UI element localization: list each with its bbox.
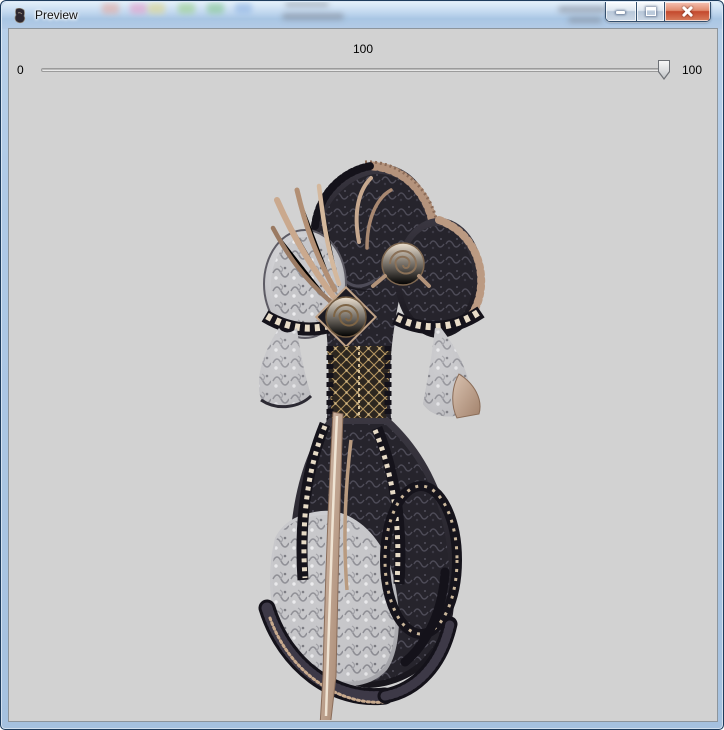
client-area: 100 0 100 <box>9 29 717 721</box>
slider-track[interactable] <box>41 68 670 72</box>
minimize-button[interactable] <box>606 2 636 21</box>
glass-reflection <box>558 6 606 13</box>
window-controls <box>605 2 711 22</box>
slider[interactable] <box>41 60 670 80</box>
window-title: Preview <box>35 8 78 22</box>
maximize-button[interactable] <box>636 2 664 21</box>
glass-reflection <box>285 2 329 7</box>
window-armor-icon[interactable] <box>13 8 27 24</box>
glass-reflection <box>207 3 224 14</box>
glass-reflection <box>130 3 147 14</box>
glass-reflection <box>235 3 252 14</box>
glass-reflection <box>282 13 344 20</box>
glass-reflection <box>148 3 165 14</box>
slider-thumb[interactable] <box>658 60 670 80</box>
close-icon <box>681 5 694 18</box>
zoom-slider-zone: 100 0 100 <box>10 30 716 86</box>
titlebar[interactable]: Preview <box>2 2 722 29</box>
glass-reflection <box>178 3 195 14</box>
minimize-icon <box>616 11 625 14</box>
close-button[interactable] <box>664 2 710 21</box>
slider-current-value: 100 <box>10 42 716 56</box>
glass-reflection <box>102 3 119 14</box>
armor-3d-model <box>253 156 487 720</box>
preview-window: Preview 100 0 <box>0 0 724 730</box>
slider-min-label: 0 <box>17 63 29 77</box>
slider-max-label: 100 <box>678 63 708 77</box>
glass-reflection <box>568 17 602 23</box>
model-viewport[interactable] <box>10 86 716 720</box>
maximize-icon <box>646 7 656 16</box>
slider-row: 0 100 <box>10 58 716 82</box>
screen: Preview 100 0 <box>0 0 724 730</box>
